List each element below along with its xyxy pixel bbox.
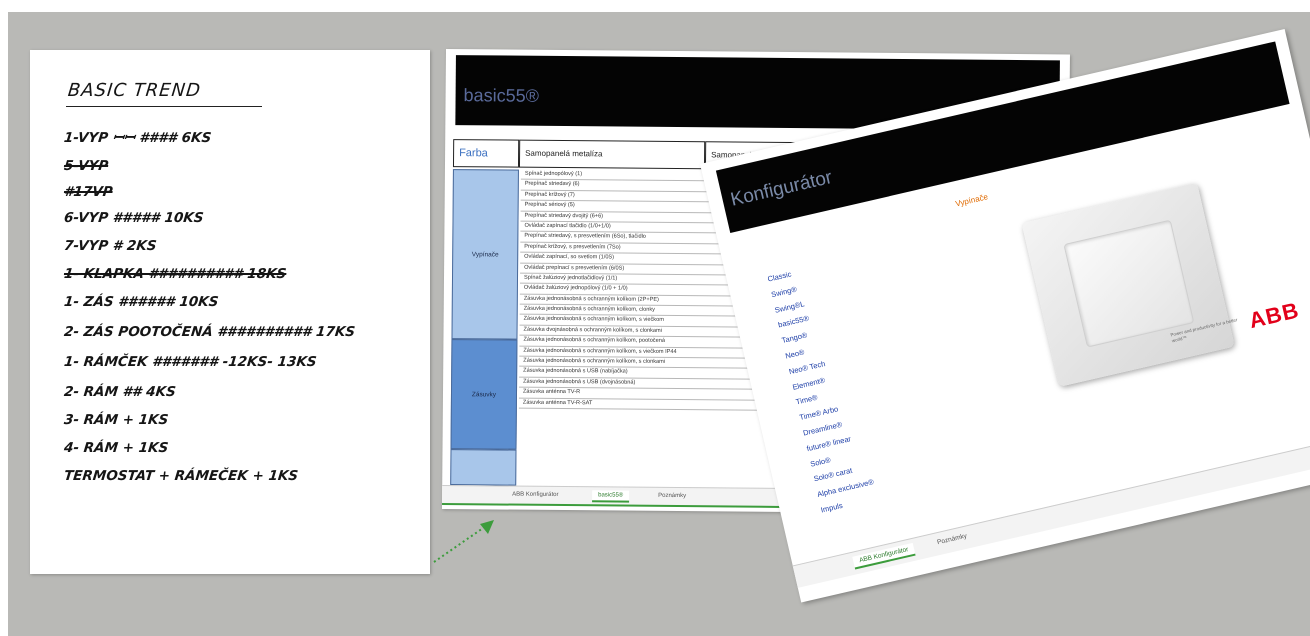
note-line: 7-VYP # 2KS — [63, 238, 158, 254]
note-title: BASIC TREND — [66, 80, 202, 101]
note-line: 5-VYP — [63, 158, 109, 174]
sheet-title: basic55® — [463, 85, 539, 106]
green-arrow-icon — [433, 520, 494, 563]
konfigurator-tab[interactable]: ABB Konfigurátor — [852, 542, 916, 570]
konfigurator-tab[interactable]: Poznámky — [930, 529, 974, 549]
scene: BASIC TREND 1-VYP ꟷꟷ #### 6KS 5-VYP #17VP 6… — [0, 0, 1310, 636]
note-line: 1- RÁMČEK ####### -12KS- 13KS — [63, 354, 318, 370]
note-line: 1-VYP ꟷꟷ #### 6KS — [63, 130, 213, 146]
switch-product-image — [1021, 182, 1235, 387]
note-line: 1- ZÁS ###### 10KS — [63, 294, 220, 310]
group-switches: Vypínače — [451, 169, 519, 340]
abb-logo: ABB — [1246, 297, 1302, 334]
konfigurator-subtitle: Vypínače — [954, 192, 989, 209]
note-line: TERMOSTAT + RÁMEČEK + 1KS — [63, 468, 299, 484]
group-sockets: Zásuvky — [450, 339, 518, 450]
handwritten-note: BASIC TREND 1-VYP ꟷꟷ #### 6KS 5-VYP #17VP 6… — [30, 50, 430, 574]
group-other — [450, 449, 517, 486]
note-line: 2- ZÁS POOTOČENÁ ########## 17KS — [63, 324, 356, 340]
sheet-tab[interactable]: basic55® — [592, 490, 630, 503]
column-header-color: Farba — [452, 139, 520, 168]
note-line: 3- RÁM + 1KS — [63, 412, 170, 428]
konfigurator-title: Konfigurátor — [728, 166, 835, 211]
sheet-tab[interactable]: ABB Konfigurátor — [506, 490, 564, 501]
note-line: #17VP — [63, 184, 114, 200]
product-line-list: Classic Swing® Swing®L basic55® Tango® Neo® Ne… — [766, 259, 879, 518]
sheet-tab[interactable]: Poznámky — [652, 491, 692, 501]
note-line: 1- KLAPKA ########## 18KS — [63, 266, 288, 282]
note-title-underline — [66, 106, 262, 107]
note-line: 6-VYP ##### 10KS — [63, 210, 205, 226]
note-line: 2- RÁM ## 4KS — [63, 384, 177, 400]
note-line: 4- RÁM + 1KS — [63, 440, 170, 456]
switch-rocker — [1063, 219, 1195, 348]
column-header-1: Samopanelá metalíza — [518, 139, 706, 170]
